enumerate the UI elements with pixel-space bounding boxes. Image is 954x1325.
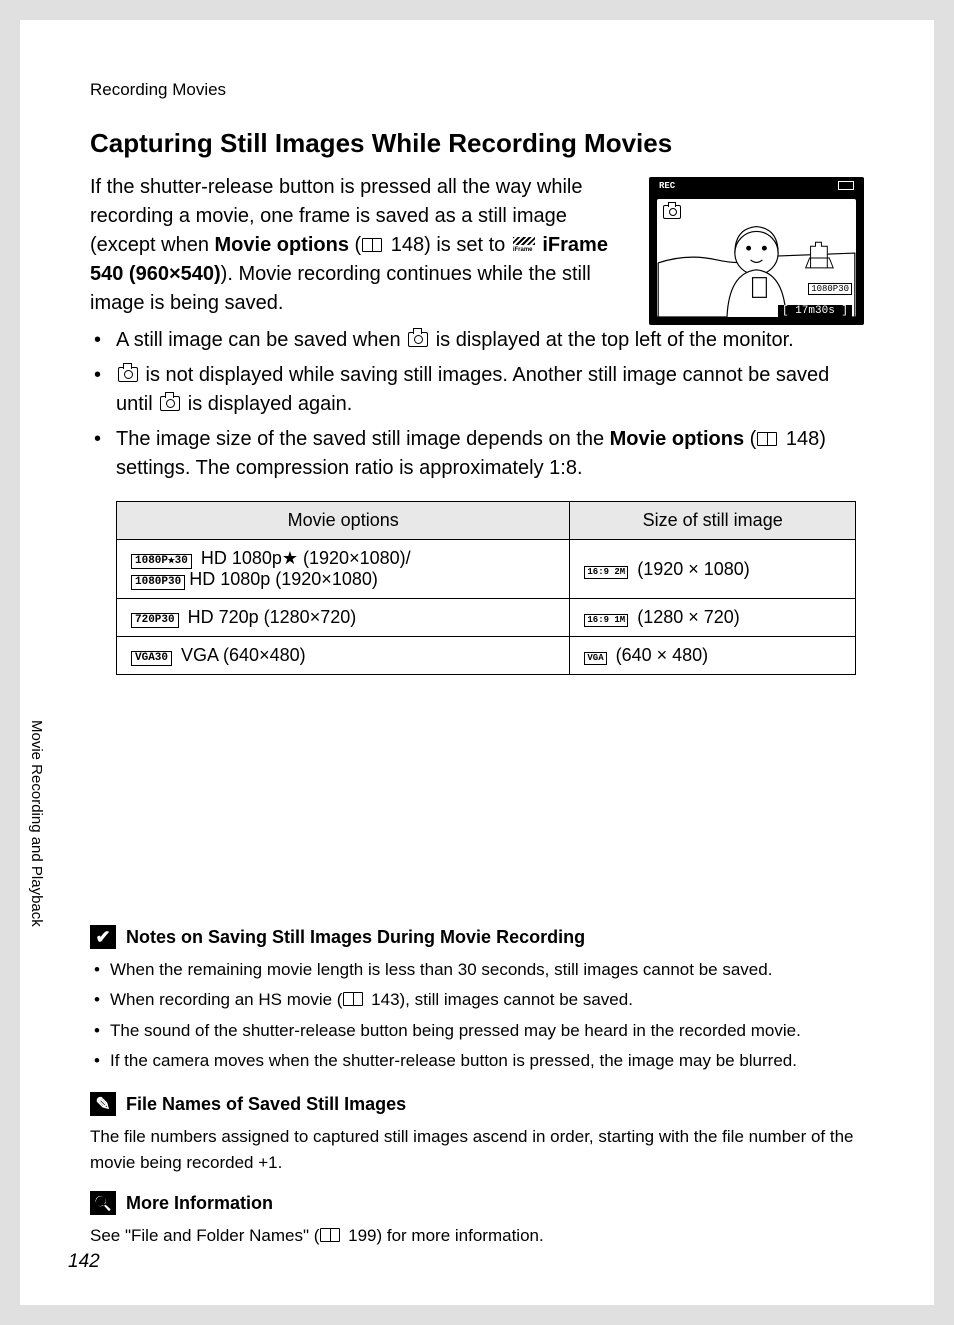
movie-options-label: Movie options: [610, 428, 744, 450]
iframe-icon: [513, 237, 535, 253]
ratio-badge: VGA: [584, 652, 606, 665]
battery-icon: [838, 181, 854, 190]
text: The image size of the saved still image …: [116, 428, 610, 450]
table-header: Movie options: [117, 502, 570, 540]
text: is displayed again.: [182, 393, 352, 415]
lcd-illustration: REC 1080P30 [ 17m30s ]: [649, 177, 864, 325]
list-item: When recording an HS movie ( 143), still…: [110, 987, 864, 1013]
list-item: A still image can be saved when is displ…: [116, 326, 864, 355]
page-ref: 148) is set to: [385, 234, 511, 256]
page-number: 142: [68, 1251, 100, 1273]
text: is displayed at the top left of the moni…: [430, 329, 794, 351]
table-row: 1080P★30 HD 1080p★ (1920×1080)/ 1080P30 H…: [117, 540, 856, 599]
camera-icon: [160, 396, 180, 411]
table-row: VGA30 VGA (640×480) VGA (640 × 480): [117, 637, 856, 675]
book-icon: [362, 238, 382, 252]
pencil-icon: [90, 1092, 116, 1116]
text: HD 1080p★ (1920×1080)/: [196, 548, 411, 568]
camera-icon: [118, 367, 138, 382]
note-title: More Information: [126, 1193, 273, 1214]
options-table: Movie options Size of still image 1080P★…: [116, 501, 856, 675]
page-ref: 143), still images cannot be saved.: [366, 990, 632, 1009]
rec-indicator: REC: [659, 181, 675, 191]
book-icon: [757, 432, 777, 446]
note-heading: Notes on Saving Still Images During Movi…: [90, 925, 864, 949]
list-item: The image size of the saved still image …: [116, 425, 864, 483]
table-header: Size of still image: [570, 502, 856, 540]
info-icon: [90, 1191, 116, 1215]
text: (: [744, 428, 756, 450]
scene-drawing: [657, 199, 856, 317]
list-item: is not displayed while saving still imag…: [116, 361, 864, 419]
format-badge: VGA30: [131, 651, 172, 666]
format-badge: 1080P★30: [131, 554, 192, 569]
format-badge: 720P30: [131, 613, 179, 628]
resolution-badge: 1080P30: [808, 283, 852, 295]
format-badge: 1080P30: [131, 575, 185, 590]
check-icon: [90, 925, 116, 949]
note-heading: File Names of Saved Still Images: [90, 1092, 864, 1116]
text: (: [349, 234, 361, 256]
text: When recording an HS movie (: [110, 990, 342, 1009]
book-icon: [343, 992, 363, 1006]
movie-options-label: Movie options: [215, 234, 349, 256]
list-item: The sound of the shutter-release button …: [110, 1018, 864, 1044]
section-tab: Movie Recording and Playback: [20, 710, 53, 937]
text: HD 1080p (1920×1080): [189, 569, 378, 589]
time-remaining: [ 17m30s ]: [778, 305, 852, 317]
note-heading: More Information: [90, 1191, 864, 1215]
table-row: 720P30 HD 720p (1280×720) 16:9 1M (1280 …: [117, 599, 856, 637]
page-ref: 199) for more information.: [343, 1226, 543, 1245]
book-icon: [320, 1228, 340, 1242]
running-head: Recording Movies: [90, 80, 864, 100]
note-title: File Names of Saved Still Images: [126, 1094, 406, 1115]
text: See "File and Folder Names" (: [90, 1226, 319, 1245]
note-paragraph: The file numbers assigned to captured st…: [90, 1124, 864, 1175]
page-title: Capturing Still Images While Recording M…: [90, 128, 864, 159]
camera-icon: [663, 205, 681, 219]
note-list: When the remaining movie length is less …: [90, 957, 864, 1074]
text: (1920 × 1080): [632, 559, 750, 579]
list-item: When the remaining movie length is less …: [110, 957, 864, 983]
note-paragraph: See "File and Folder Names" ( 199) for m…: [90, 1223, 864, 1249]
manual-page: Recording Movies Capturing Still Images …: [20, 20, 934, 1305]
text: VGA (640×480): [176, 645, 306, 665]
ratio-badge: 16:9 1M: [584, 614, 628, 627]
ratio-badge: 16:9 2M: [584, 566, 628, 579]
text: (1280 × 720): [632, 607, 740, 627]
text: (640 × 480): [611, 645, 709, 665]
camera-icon: [408, 332, 428, 347]
body-bullet-list: A still image can be saved when is displ…: [90, 326, 864, 483]
text: HD 720p (1280×720): [183, 607, 357, 627]
text: A still image can be saved when: [116, 329, 406, 351]
note-title: Notes on Saving Still Images During Movi…: [126, 927, 585, 948]
list-item: If the camera moves when the shutter-rel…: [110, 1048, 864, 1074]
